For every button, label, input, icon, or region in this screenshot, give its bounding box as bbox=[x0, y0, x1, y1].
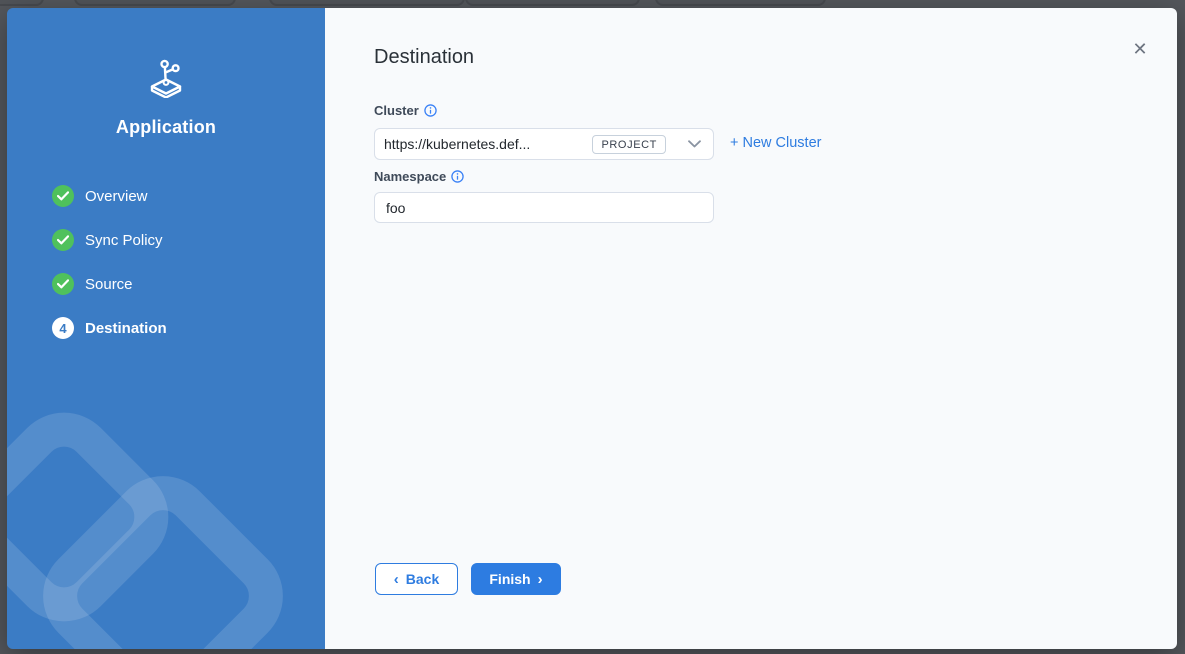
application-wizard-modal: Application Overview Sync Policy Source bbox=[7, 8, 1177, 649]
background-card bbox=[269, 0, 465, 6]
wizard-steps: Overview Sync Policy Source 4 Destinatio… bbox=[52, 185, 167, 361]
wizard-sidebar: Application Overview Sync Policy Source bbox=[7, 8, 325, 649]
info-icon[interactable] bbox=[424, 104, 437, 117]
back-button-label: Back bbox=[406, 571, 439, 587]
back-button[interactable]: ‹ Back bbox=[375, 563, 458, 595]
chevron-left-icon: ‹ bbox=[394, 572, 399, 587]
namespace-label: Namespace bbox=[374, 169, 464, 184]
step-label: Destination bbox=[85, 320, 167, 337]
check-icon bbox=[52, 273, 74, 295]
step-overview[interactable]: Overview bbox=[52, 185, 167, 207]
step-label: Source bbox=[85, 276, 133, 293]
finish-button-label: Finish bbox=[489, 571, 530, 587]
namespace-label-text: Namespace bbox=[374, 169, 446, 184]
cluster-select[interactable]: https://kubernetes.def... PROJECT bbox=[374, 128, 714, 160]
step-label: Overview bbox=[85, 188, 148, 205]
namespace-input[interactable] bbox=[374, 192, 714, 223]
step-label: Sync Policy bbox=[85, 232, 163, 249]
cluster-select-value: https://kubernetes.def... bbox=[384, 136, 592, 152]
background-card bbox=[74, 0, 236, 6]
wizard-actions: ‹ Back Finish › bbox=[375, 563, 561, 595]
wizard-title: Application bbox=[7, 117, 325, 138]
info-icon[interactable] bbox=[451, 170, 464, 183]
step-sync-policy[interactable]: Sync Policy bbox=[52, 229, 167, 251]
chevron-down-icon bbox=[688, 140, 701, 148]
cluster-label-text: Cluster bbox=[374, 103, 419, 118]
new-cluster-link[interactable]: + New Cluster bbox=[730, 135, 821, 151]
background-card bbox=[655, 0, 826, 6]
step-destination[interactable]: 4 Destination bbox=[52, 317, 167, 339]
wizard-content-panel: ✕ Destination Cluster https://kubernetes… bbox=[325, 8, 1177, 649]
background-card bbox=[465, 0, 640, 6]
page-title: Destination bbox=[374, 46, 474, 69]
background-card bbox=[0, 0, 44, 6]
check-icon bbox=[52, 185, 74, 207]
application-logo-icon bbox=[7, 56, 325, 98]
finish-button[interactable]: Finish › bbox=[471, 563, 561, 595]
cluster-label: Cluster bbox=[374, 103, 437, 118]
step-source[interactable]: Source bbox=[52, 273, 167, 295]
close-icon[interactable]: ✕ bbox=[1132, 41, 1148, 57]
project-badge: PROJECT bbox=[592, 135, 666, 154]
step-number-badge: 4 bbox=[52, 317, 74, 339]
chevron-right-icon: › bbox=[538, 572, 543, 587]
check-icon bbox=[52, 229, 74, 251]
